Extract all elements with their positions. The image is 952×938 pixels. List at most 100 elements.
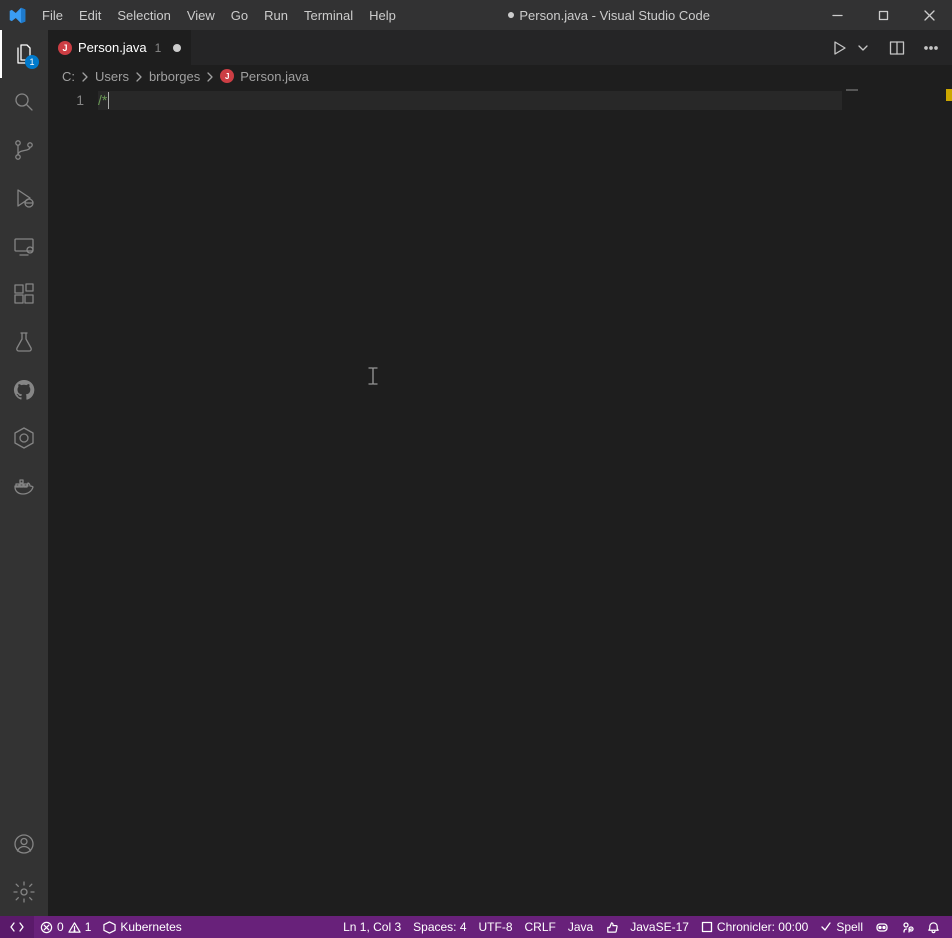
mouse-ibeam-icon <box>368 367 378 390</box>
activitybar: 1 <box>0 30 48 916</box>
activity-remote-explorer[interactable] <box>0 222 48 270</box>
error-icon <box>40 921 53 934</box>
breadcrumb-seg-1[interactable]: Users <box>95 69 129 84</box>
breadcrumb-seg-0[interactable]: C: <box>62 69 75 84</box>
editor-group: J Person.java 1 C: Users brborges J <box>48 30 952 916</box>
code-token: /* <box>98 91 107 110</box>
chevron-right-icon <box>204 69 216 84</box>
java-file-icon: J <box>58 41 72 55</box>
run-code-dropdown[interactable] <box>852 37 874 59</box>
menubar: File Edit Selection View Go Run Terminal… <box>35 4 403 27</box>
status-eol[interactable]: CRLF <box>519 916 562 938</box>
status-copilot[interactable] <box>869 916 895 938</box>
activity-explorer[interactable]: 1 <box>0 30 48 78</box>
activity-github[interactable] <box>0 366 48 414</box>
titlebar: File Edit Selection View Go Run Terminal… <box>0 0 952 30</box>
tab-dirty-indicator-icon <box>173 44 181 52</box>
code-area[interactable]: /* <box>98 87 842 916</box>
breadcrumb-seg-2[interactable]: brborges <box>149 69 200 84</box>
activity-source-control[interactable] <box>0 126 48 174</box>
chevron-down-icon <box>858 43 868 53</box>
minimap[interactable] <box>842 87 952 916</box>
menu-edit[interactable]: Edit <box>72 4 108 27</box>
maximize-button[interactable] <box>860 0 906 30</box>
code-line-1[interactable]: /* <box>98 91 842 110</box>
menu-run[interactable]: Run <box>257 4 295 27</box>
dirty-indicator-icon: ● <box>507 6 515 22</box>
run-debug-icon <box>12 186 36 210</box>
branch-icon <box>12 138 36 162</box>
line-number-gutter: 1 <box>48 87 98 916</box>
status-chronicler-label: Chronicler: 00:00 <box>717 920 808 934</box>
run-code-button[interactable] <box>828 37 850 59</box>
status-remote-button[interactable] <box>0 916 34 938</box>
tab-label: Person.java <box>78 40 147 55</box>
editor-more-button[interactable] <box>920 37 942 59</box>
remote-explorer-icon <box>12 234 36 258</box>
tabbar: J Person.java 1 <box>48 30 952 65</box>
line-number: 1 <box>48 91 84 110</box>
close-button[interactable] <box>906 0 952 30</box>
activity-kubernetes[interactable] <box>0 414 48 462</box>
activity-run-debug[interactable] <box>0 174 48 222</box>
window-title: ● Person.java - Visual Studio Code <box>403 7 814 23</box>
account-icon <box>12 832 36 856</box>
status-spell-label: Spell <box>836 920 863 934</box>
breadcrumb-seg-3[interactable]: Person.java <box>240 69 309 84</box>
window-controls <box>814 0 952 30</box>
status-kubernetes-label: Kubernetes <box>120 920 181 934</box>
activity-testing[interactable] <box>0 318 48 366</box>
chevron-right-icon <box>79 69 91 84</box>
activity-search[interactable] <box>0 78 48 126</box>
activity-docker[interactable] <box>0 462 48 510</box>
status-problems[interactable]: 0 1 <box>34 916 97 938</box>
record-icon <box>701 921 713 933</box>
menu-file[interactable]: File <box>35 4 70 27</box>
breadcrumb[interactable]: C: Users brborges J Person.java <box>48 65 952 87</box>
tab-person-java[interactable]: J Person.java 1 <box>48 30 192 65</box>
vscode-logo-icon <box>0 7 35 24</box>
menu-terminal[interactable]: Terminal <box>297 4 360 27</box>
status-language[interactable]: Java <box>562 916 599 938</box>
status-spell[interactable]: Spell <box>814 916 869 938</box>
status-indentation[interactable]: Spaces: 4 <box>407 916 472 938</box>
bell-icon <box>927 921 940 934</box>
status-eol-label: CRLF <box>525 920 556 934</box>
activity-settings[interactable] <box>0 868 48 916</box>
activity-accounts[interactable] <box>0 820 48 868</box>
menu-go[interactable]: Go <box>224 4 255 27</box>
beaker-icon <box>12 330 36 354</box>
activity-extensions[interactable] <box>0 270 48 318</box>
gear-icon <box>12 880 36 904</box>
status-encoding[interactable]: UTF-8 <box>473 916 519 938</box>
java-file-icon: J <box>220 69 234 83</box>
status-language-label: Java <box>568 920 593 934</box>
menu-view[interactable]: View <box>180 4 222 27</box>
status-java-feedback[interactable] <box>599 916 624 938</box>
window-title-text: Person.java - Visual Studio Code <box>519 8 710 23</box>
kubernetes-icon <box>103 921 116 934</box>
github-icon <box>12 378 36 402</box>
thumbs-up-icon <box>605 921 618 934</box>
status-chronicler[interactable]: Chronicler: 00:00 <box>695 916 814 938</box>
editor[interactable]: 1 /* <box>48 87 952 916</box>
chevron-right-icon <box>133 69 145 84</box>
warning-icon <box>68 921 81 934</box>
split-editor-button[interactable] <box>886 37 908 59</box>
activity-explorer-badge: 1 <box>25 55 39 69</box>
status-jdk-label: JavaSE-17 <box>630 920 689 934</box>
menu-help[interactable]: Help <box>362 4 403 27</box>
status-notifications[interactable] <box>921 916 946 938</box>
check-icon <box>820 921 832 933</box>
extensions-icon <box>12 282 36 306</box>
status-warning-count: 1 <box>85 920 92 934</box>
menu-selection[interactable]: Selection <box>110 4 177 27</box>
minimize-button[interactable] <box>814 0 860 30</box>
status-cursor-position[interactable]: Ln 1, Col 3 <box>337 916 407 938</box>
status-jdk[interactable]: JavaSE-17 <box>624 916 695 938</box>
live-share-icon <box>901 920 915 934</box>
status-encoding-label: UTF-8 <box>479 920 513 934</box>
status-kubernetes[interactable]: Kubernetes <box>97 916 187 938</box>
status-live-share[interactable] <box>895 916 921 938</box>
kubernetes-icon <box>12 426 36 450</box>
